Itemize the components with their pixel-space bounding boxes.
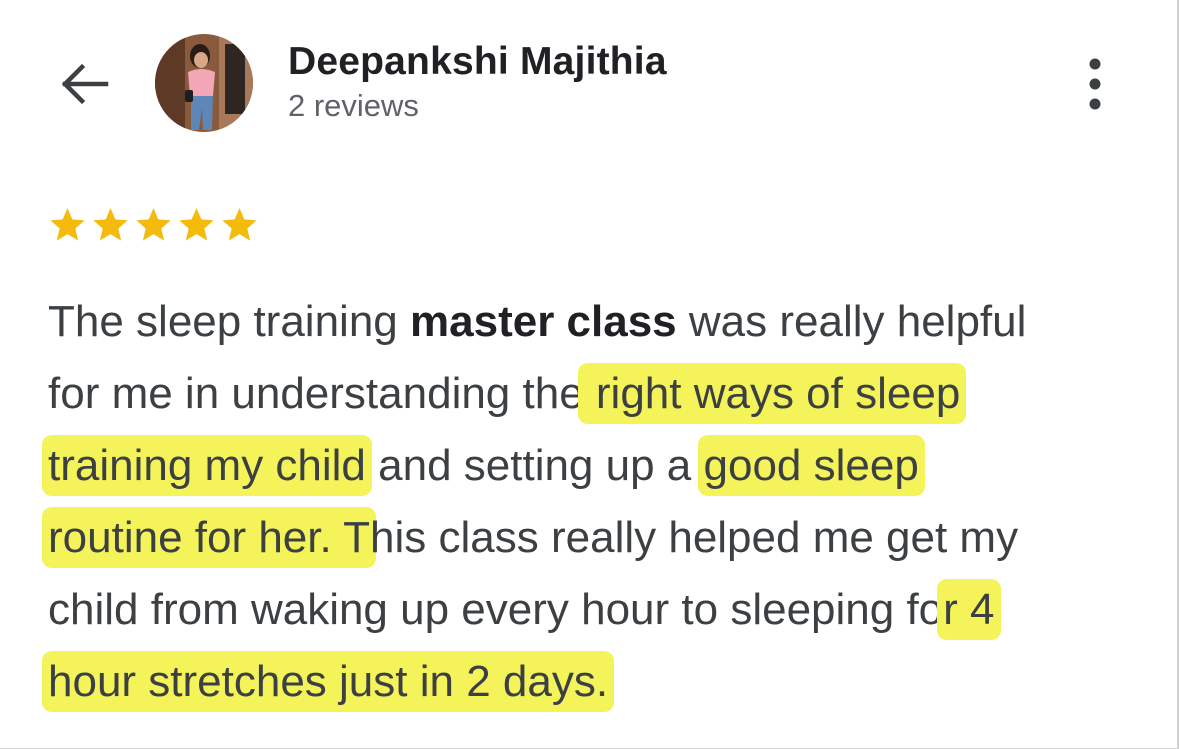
review-line: training my child and setting up a good … bbox=[48, 441, 919, 490]
review-line: for me in understanding the right ways o… bbox=[48, 369, 961, 418]
highlighted-phrase: right ways of sleep bbox=[583, 369, 961, 418]
avatar[interactable] bbox=[155, 34, 253, 132]
star-icon bbox=[50, 208, 85, 241]
bold-phrase: master class bbox=[410, 297, 677, 346]
review-line: routine for her. This class really helpe… bbox=[48, 513, 1019, 562]
reviewer-photo bbox=[155, 34, 253, 132]
star-icon bbox=[93, 208, 128, 241]
highlighted-phrase: r 4 bbox=[943, 585, 995, 634]
star-rating bbox=[46, 205, 261, 245]
highlighted-phrase: training my child bbox=[48, 441, 366, 490]
highlighted-phrase: hour stretches just in 2 days. bbox=[48, 657, 609, 706]
star-icon bbox=[179, 208, 214, 241]
star-icon bbox=[222, 208, 257, 241]
reviewer-name[interactable]: Deepankshi Majithia bbox=[288, 40, 667, 84]
review-text: The sleep training master class was real… bbox=[48, 286, 1148, 718]
review-count: 2 reviews bbox=[288, 88, 419, 123]
highlighted-phrase: good sleep bbox=[703, 441, 919, 490]
review-line: The sleep training master class was real… bbox=[48, 297, 1027, 346]
back-button[interactable] bbox=[56, 60, 112, 108]
review-line: child from waking up every hour to sleep… bbox=[48, 585, 995, 634]
arrow-left-icon bbox=[61, 63, 109, 105]
more-vert-icon bbox=[1089, 58, 1101, 110]
review-screen: Deepankshi Majithia 2 reviews The sleep … bbox=[0, 0, 1179, 749]
more-options-button[interactable] bbox=[1076, 56, 1114, 112]
highlighted-phrase: routine for her. T bbox=[48, 513, 371, 562]
review-line: hour stretches just in 2 days. bbox=[48, 646, 1148, 718]
star-icon bbox=[136, 208, 171, 241]
